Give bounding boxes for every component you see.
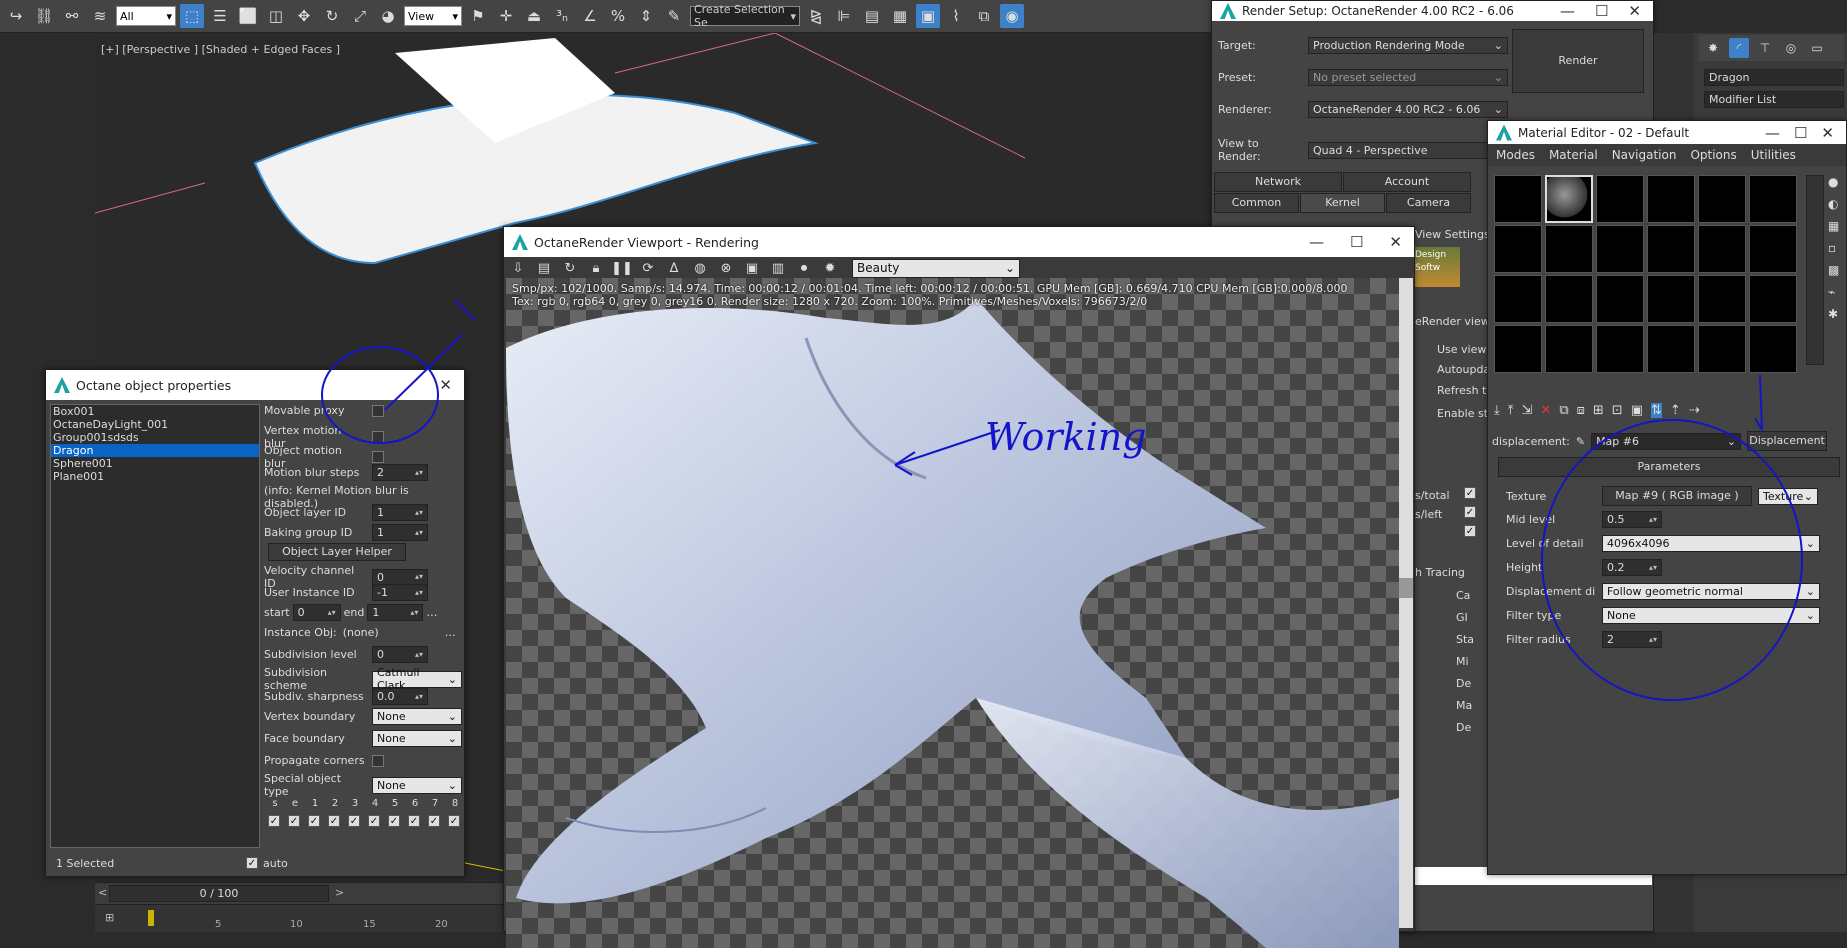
annotation-arrow-material: [1754, 374, 1763, 431]
annotation-working-text: Working: [985, 415, 1147, 459]
annotation-overlay: Working: [321, 299, 1803, 701]
annotation-circle-motion-blur: [321, 346, 439, 444]
annotation-arrow-motion-blur: [384, 299, 476, 411]
annotation-circle-displacement: [1541, 419, 1803, 701]
